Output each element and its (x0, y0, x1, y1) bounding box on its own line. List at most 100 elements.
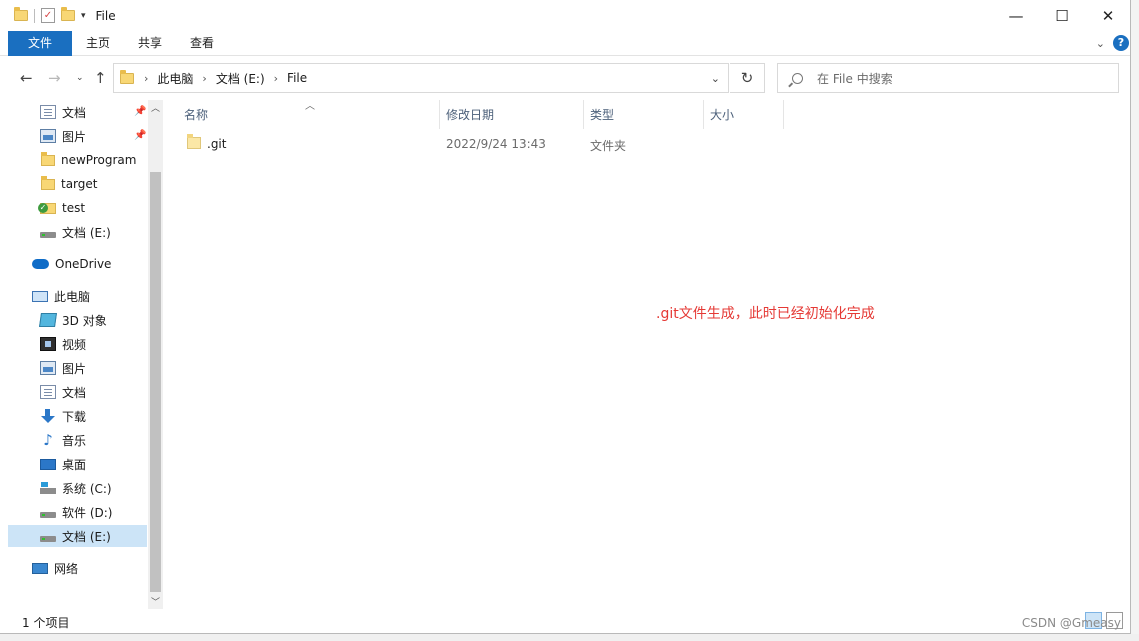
nav-item-music[interactable]: ♪ 音乐 (40, 429, 86, 451)
background-desktop-strip (0, 634, 1139, 641)
watermark: CSDN @Gmeasy (1021, 616, 1121, 630)
nav-item-this-pc[interactable]: 此电脑 (32, 285, 90, 307)
nav-item-test[interactable]: test (38, 197, 86, 219)
nav-item-target[interactable]: target (40, 173, 98, 195)
column-header-size[interactable]: 大小 (704, 100, 784, 129)
nav-item-label: 系统 (C:) (62, 481, 112, 496)
3d-objects-icon (39, 313, 57, 327)
column-header-modified[interactable]: 修改日期 (440, 100, 584, 129)
breadcrumb-this-pc[interactable]: 此电脑 (157, 70, 193, 87)
nav-item-label: 文档 (E:) (62, 529, 111, 544)
drive-icon (40, 535, 56, 542)
up-arrow-icon[interactable]: ↑ (94, 69, 107, 87)
music-icon: ♪ (43, 431, 53, 449)
nav-item-label: 音乐 (62, 433, 87, 448)
tab-home[interactable]: 主页 (72, 31, 124, 56)
nav-item-documents-pinned[interactable]: 文档 (40, 101, 86, 123)
nav-item-label: 文档 (E:) (62, 225, 111, 240)
ribbon-tabs: 文件 主页 共享 查看 ⌄ ? (0, 30, 1130, 56)
nav-item-videos[interactable]: 视频 (40, 333, 86, 355)
nav-item-label: OneDrive (55, 257, 112, 271)
nav-item-onedrive[interactable]: OneDrive (32, 253, 111, 275)
nav-item-label: 视频 (62, 337, 87, 352)
nav-item-desktop[interactable]: 桌面 (40, 453, 86, 475)
nav-item-3d-objects[interactable]: 3D 对象 (39, 309, 107, 331)
search-box[interactable]: 在 File 中搜索 (777, 63, 1119, 93)
computer-icon (32, 290, 48, 302)
file-row[interactable]: .git 2022/9/24 13:43 文件夹 (183, 133, 743, 155)
breadcrumb-separator-icon: › (202, 71, 207, 85)
nav-item-drive-e-quick[interactable]: 文档 (E:) (40, 221, 111, 243)
breadcrumb-file[interactable]: File (287, 71, 307, 85)
refresh-icon[interactable]: ↻ (730, 63, 765, 93)
explorer-window: ✓ ▾ File — ☐ ✕ 文件 主页 共享 查看 ⌄ ? ← → ⌄ ↑ ›… (0, 0, 1131, 634)
picture-icon (40, 129, 56, 143)
nav-item-documents[interactable]: 文档 (40, 381, 86, 403)
nav-item-newprogram[interactable]: newProgram (40, 149, 136, 171)
help-icon[interactable]: ? (1113, 35, 1129, 51)
nav-item-downloads[interactable]: 下载 (40, 405, 86, 427)
tab-view[interactable]: 查看 (176, 31, 228, 56)
file-list-pane: ︿ 名称 修改日期 类型 大小 .git 2022/9/24 13:43 文件夹… (165, 100, 1130, 609)
address-row: ← → ⌄ ↑ › 此电脑 › 文档 (E:) › File ⌄ ↻ 在 Fil… (0, 56, 1130, 100)
breadcrumb-drive-e[interactable]: 文档 (E:) (216, 70, 265, 87)
nav-item-label: newProgram (61, 153, 137, 167)
nav-item-drive-e[interactable]: 文档 (E:) (8, 525, 147, 547)
recent-locations-chevron-icon[interactable]: ⌄ (76, 73, 84, 83)
minimize-button[interactable]: — (993, 0, 1039, 31)
file-name: .git (207, 137, 227, 151)
nav-item-label: 3D 对象 (62, 313, 107, 328)
item-count: 1 个项目 (22, 616, 70, 630)
tab-file[interactable]: 文件 (8, 30, 72, 56)
pin-icon[interactable]: 📌 (134, 106, 146, 117)
customize-toolbar-chevron-icon[interactable]: ▾ (81, 11, 86, 21)
new-folder-icon[interactable] (61, 7, 75, 21)
picture-icon (40, 361, 56, 375)
scroll-up-chevron-icon[interactable]: ︿ (151, 101, 160, 114)
document-icon (40, 105, 56, 119)
column-header-name[interactable]: 名称 (178, 100, 440, 129)
ribbon-right-controls: ⌄ ? (1096, 35, 1129, 51)
nav-item-drive-c[interactable]: 系统 (C:) (40, 477, 112, 499)
synced-folder-icon (38, 202, 56, 214)
folder-icon (120, 69, 134, 84)
nav-scrollbar[interactable]: ︿ ﹀ (148, 100, 163, 609)
quick-access-toolbar: ✓ ▾ (14, 7, 86, 23)
folder-icon (187, 134, 201, 149)
title-bar: ✓ ▾ File — ☐ ✕ (0, 0, 1130, 31)
status-bar: 1 个项目 CSDN @Gmeasy (0, 609, 1130, 633)
address-bar[interactable]: › 此电脑 › 文档 (E:) › File ⌄ (113, 63, 729, 93)
expand-ribbon-chevron-icon[interactable]: ⌄ (1096, 37, 1105, 50)
tab-share[interactable]: 共享 (124, 31, 176, 56)
file-type: 文件夹 (590, 139, 627, 153)
maximize-button[interactable]: ☐ (1039, 0, 1085, 31)
nav-scrollbar-thumb[interactable] (150, 172, 161, 592)
annotation-text: .git文件生成，此时已经初始化完成 (656, 306, 875, 322)
nav-item-network[interactable]: 网络 (32, 557, 78, 579)
video-icon (40, 337, 56, 351)
nav-item-label: 文档 (62, 105, 87, 120)
document-icon (40, 385, 56, 399)
nav-item-pictures-pinned[interactable]: 图片 (40, 125, 86, 147)
close-button[interactable]: ✕ (1085, 0, 1130, 31)
breadcrumb-separator-icon: › (273, 71, 279, 85)
properties-icon[interactable]: ✓ (41, 8, 55, 23)
nav-item-label: target (61, 177, 98, 191)
window-title: File (95, 8, 116, 23)
column-header-type[interactable]: 类型 (584, 100, 704, 129)
back-arrow-icon[interactable]: ← (20, 69, 33, 87)
address-dropdown-chevron-icon[interactable]: ⌄ (711, 72, 720, 85)
nav-item-label: test (62, 201, 86, 215)
search-icon (792, 72, 803, 84)
forward-arrow-icon[interactable]: → (48, 69, 61, 87)
folder-icon (41, 175, 55, 190)
download-icon (40, 409, 56, 423)
nav-item-label: 文档 (62, 385, 87, 400)
background-window-edge (1131, 0, 1139, 641)
drive-icon (40, 511, 56, 518)
nav-item-label: 此电脑 (54, 289, 91, 304)
scroll-down-chevron-icon[interactable]: ﹀ (151, 595, 160, 608)
nav-item-drive-d[interactable]: 软件 (D:) (40, 501, 112, 523)
pin-icon[interactable]: 📌 (134, 130, 146, 141)
nav-item-pictures[interactable]: 图片 (40, 357, 86, 379)
